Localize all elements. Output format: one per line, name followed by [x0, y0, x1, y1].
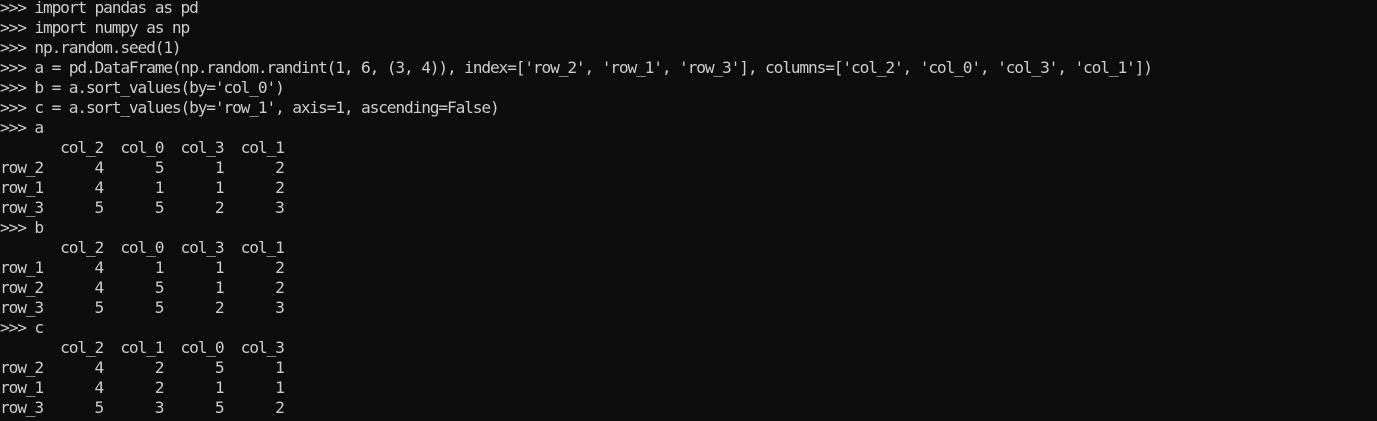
input-line-define-c: >>> c = a.sort_values(by='row_1', axis=1…	[0, 98, 500, 117]
output-a-header: col_2 col_0 col_3 col_1	[0, 138, 285, 157]
output-b-row: row_2 4 5 1 2	[0, 278, 285, 297]
input-line-import-numpy: >>> import numpy as np	[0, 18, 190, 37]
input-line-show-a: >>> a	[0, 118, 44, 137]
output-a-row: row_3 5 5 2 3	[0, 198, 285, 217]
output-b-header: col_2 col_0 col_3 col_1	[0, 238, 285, 257]
output-c-header: col_2 col_1 col_0 col_3	[0, 338, 285, 357]
input-line-seed: >>> np.random.seed(1)	[0, 38, 182, 57]
input-line-show-b: >>> b	[0, 218, 44, 237]
input-line-define-b: >>> b = a.sort_values(by='col_0')	[0, 78, 285, 97]
output-a-row: row_1 4 1 1 2	[0, 178, 285, 197]
output-c-row: row_2 4 2 5 1	[0, 358, 285, 377]
output-c-row: row_3 5 3 5 2	[0, 398, 285, 417]
output-c-row: row_1 4 2 1 1	[0, 378, 285, 397]
output-a-row: row_2 4 5 1 2	[0, 158, 285, 177]
input-line-define-a: >>> a = pd.DataFrame(np.random.randint(1…	[0, 58, 1153, 77]
terminal-window[interactable]: >>> import pandas as pd >>> import numpy…	[0, 0, 1377, 421]
output-b-row: row_1 4 1 1 2	[0, 258, 285, 277]
input-line-show-c: >>> c	[0, 318, 44, 337]
input-line-import-pandas: >>> import pandas as pd	[0, 0, 199, 17]
output-b-row: row_3 5 5 2 3	[0, 298, 285, 317]
